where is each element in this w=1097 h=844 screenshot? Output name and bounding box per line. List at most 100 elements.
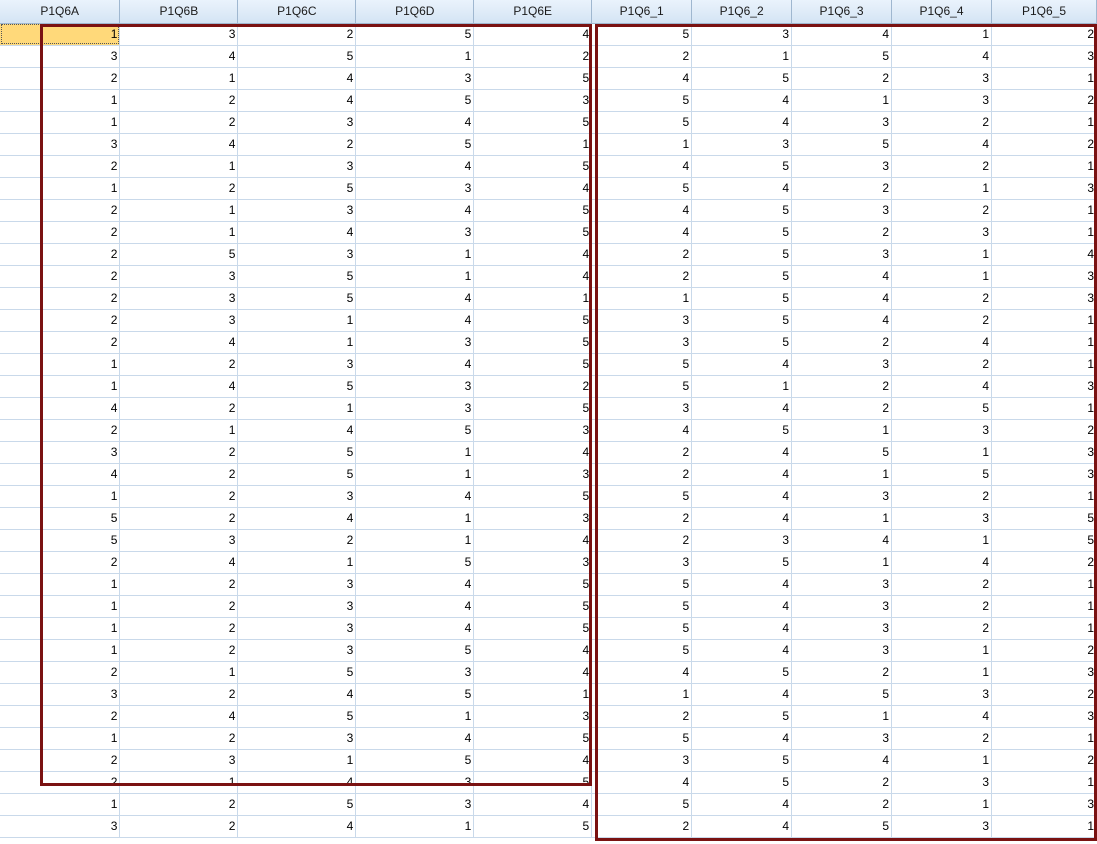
data-cell[interactable]: 4 [237,507,357,530]
data-cell[interactable]: 5 [237,375,357,398]
data-cell[interactable]: 1 [473,683,593,706]
data-cell[interactable]: 3 [119,749,239,772]
data-cell[interactable]: 5 [355,749,475,772]
data-cell[interactable]: 3 [591,309,693,332]
data-cell[interactable]: 4 [691,397,793,420]
data-cell[interactable]: 4 [691,815,793,838]
data-cell[interactable]: 5 [237,793,357,816]
data-cell[interactable]: 3 [237,727,357,750]
data-cell[interactable]: 3 [473,89,593,112]
data-cell[interactable]: 3 [237,353,357,376]
data-cell[interactable]: 5 [473,815,593,838]
data-cell[interactable]: 3 [473,419,593,442]
column-header-p1q6d[interactable]: P1Q6D [355,0,475,24]
data-cell[interactable]: 2 [891,353,992,376]
data-cell[interactable]: 1 [891,177,992,200]
data-cell[interactable]: 5 [691,749,793,772]
data-cell[interactable]: 5 [473,353,593,376]
data-cell[interactable]: 5 [237,661,357,684]
data-cell[interactable]: 2 [473,45,593,68]
data-cell[interactable]: 5 [473,727,593,750]
data-cell[interactable]: 1 [355,265,475,288]
data-cell[interactable]: 3 [355,221,475,244]
data-cell[interactable]: 2 [0,243,121,266]
data-cell[interactable]: 1 [891,243,992,266]
data-cell[interactable]: 2 [0,265,121,288]
data-cell[interactable]: 3 [591,551,693,574]
data-cell[interactable]: 4 [237,221,357,244]
data-cell[interactable]: 3 [691,529,793,552]
data-cell[interactable]: 2 [0,155,121,178]
data-cell[interactable]: 3 [691,23,793,46]
data-cell[interactable]: 3 [0,815,121,838]
data-cell[interactable]: 2 [237,133,357,156]
data-cell[interactable]: 3 [237,111,357,134]
data-cell[interactable]: 2 [891,199,992,222]
data-cell[interactable]: 4 [355,617,475,640]
data-cell[interactable]: 5 [791,683,893,706]
data-cell[interactable]: 2 [791,397,893,420]
data-cell[interactable]: 1 [355,441,475,464]
data-cell[interactable]: 1 [0,573,121,596]
data-cell[interactable]: 3 [791,243,893,266]
data-cell[interactable]: 4 [591,221,693,244]
data-cell[interactable]: 3 [473,507,593,530]
data-cell[interactable]: 5 [691,265,793,288]
data-cell[interactable]: 4 [119,375,239,398]
data-cell[interactable]: 2 [791,771,893,794]
data-cell[interactable]: 5 [591,177,693,200]
data-cell[interactable]: 5 [891,463,992,486]
data-cell[interactable]: 4 [119,45,239,68]
data-cell[interactable]: 1 [355,45,475,68]
data-cell[interactable]: 4 [891,133,992,156]
data-cell[interactable]: 2 [791,67,893,90]
data-cell[interactable]: 1 [355,463,475,486]
data-cell[interactable]: 1 [791,89,893,112]
data-cell[interactable]: 1 [119,155,239,178]
data-cell[interactable]: 5 [473,199,593,222]
data-cell[interactable]: 3 [119,309,239,332]
data-cell[interactable]: 5 [691,199,793,222]
data-cell[interactable]: 5 [591,353,693,376]
data-cell[interactable]: 1 [0,595,121,618]
data-cell[interactable]: 5 [355,551,475,574]
data-cell[interactable]: 4 [119,705,239,728]
data-cell[interactable]: 2 [891,155,992,178]
data-cell[interactable]: 5 [791,815,893,838]
data-cell[interactable]: 3 [237,155,357,178]
data-cell[interactable]: 1 [791,463,893,486]
data-cell[interactable]: 2 [0,331,121,354]
data-cell[interactable]: 4 [991,243,1097,266]
data-cell[interactable]: 3 [991,265,1097,288]
data-cell[interactable]: 1 [237,749,357,772]
data-cell[interactable]: 1 [0,177,121,200]
data-cell[interactable]: 2 [891,617,992,640]
data-cell[interactable]: 5 [891,397,992,420]
data-cell[interactable]: 3 [119,529,239,552]
data-cell[interactable]: 1 [891,749,992,772]
data-cell[interactable]: 1 [119,221,239,244]
data-cell[interactable]: 4 [119,133,239,156]
data-cell[interactable]: 5 [691,309,793,332]
data-cell[interactable]: 4 [473,265,593,288]
data-cell[interactable]: 3 [691,133,793,156]
data-cell[interactable]: 4 [591,419,693,442]
data-cell[interactable]: 5 [355,89,475,112]
data-cell[interactable]: 2 [0,199,121,222]
data-cell[interactable]: 4 [791,529,893,552]
data-cell[interactable]: 3 [791,617,893,640]
data-cell[interactable]: 4 [691,573,793,596]
data-cell[interactable]: 5 [591,727,693,750]
data-cell[interactable]: 1 [0,353,121,376]
data-cell[interactable]: 5 [591,793,693,816]
data-cell[interactable]: 3 [991,705,1097,728]
data-cell[interactable]: 5 [591,573,693,596]
data-cell[interactable]: 4 [691,793,793,816]
data-cell[interactable]: 5 [791,133,893,156]
data-cell[interactable]: 5 [0,507,121,530]
data-cell[interactable]: 4 [355,309,475,332]
data-cell[interactable]: 4 [119,331,239,354]
data-cell[interactable]: 2 [0,551,121,574]
data-cell[interactable]: 3 [591,397,693,420]
data-cell[interactable]: 4 [791,309,893,332]
